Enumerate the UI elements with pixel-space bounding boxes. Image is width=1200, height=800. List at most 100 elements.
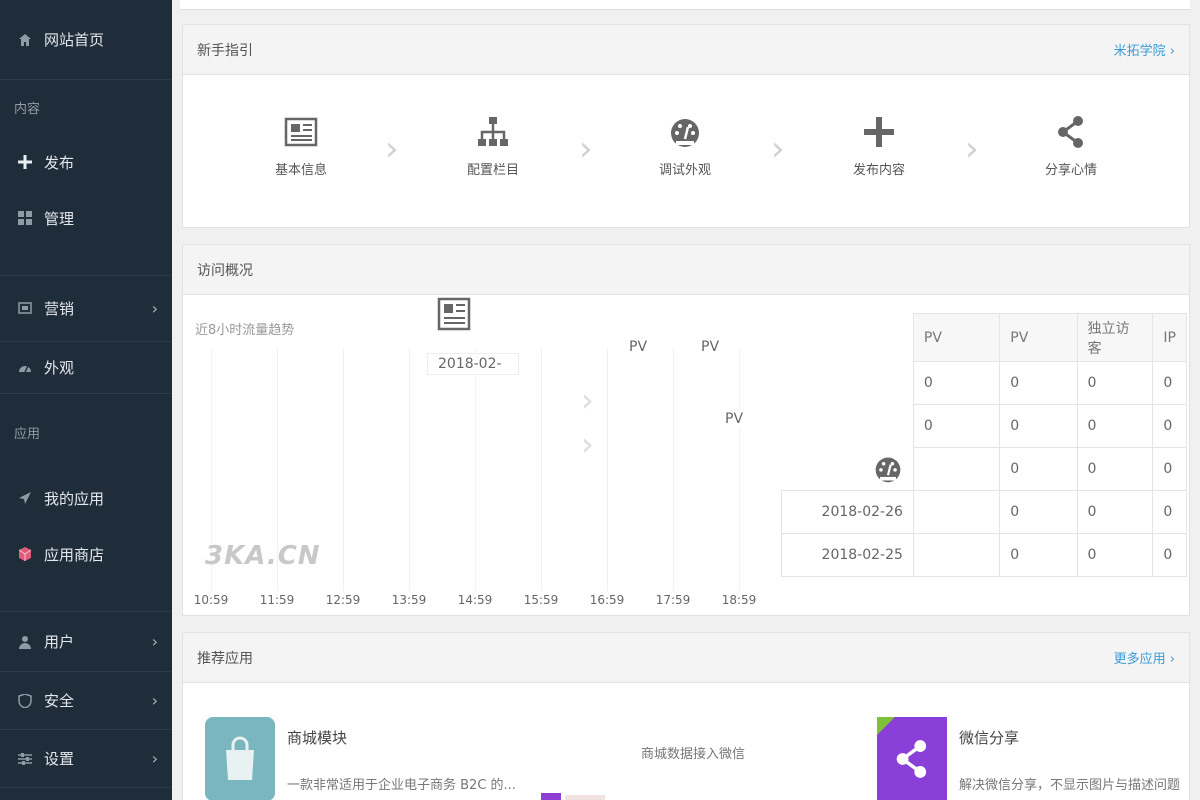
table-header-cell bbox=[782, 314, 914, 362]
step-label: 基本信息 bbox=[274, 163, 327, 178]
sidebar-divider bbox=[0, 582, 172, 612]
table-cell: 0 bbox=[999, 490, 1078, 534]
guide-title: 新手指引 bbox=[197, 42, 253, 59]
chevron-right-icon: › bbox=[151, 299, 158, 318]
table-header-row: PV PV 独立访客 IP bbox=[782, 313, 1187, 362]
table-cell bbox=[782, 362, 914, 405]
app-card-mall[interactable]: 商城模块 一款非常适用于企业电子商务 B2C 的... bbox=[205, 717, 516, 800]
table-header-cell: IP bbox=[1152, 313, 1187, 362]
table-cell: 0 bbox=[1152, 533, 1187, 577]
step-label: 发布内容 bbox=[852, 163, 905, 178]
guide-steps: 基本信息 › 配置栏目 › 调试外观 › 发布内容 › 分享心情 bbox=[183, 75, 1189, 227]
step-share-mood[interactable]: 分享心情 bbox=[1011, 115, 1131, 178]
visits-header: 访问概况 bbox=[183, 245, 1189, 295]
table-cell: 0 bbox=[1152, 447, 1187, 491]
app-desc: 一款非常适用于企业电子商务 B2C 的... bbox=[287, 778, 516, 793]
more-apps-link[interactable]: 更多应用 › bbox=[1114, 648, 1175, 667]
table-header-cell: 独立访客 bbox=[1076, 313, 1154, 362]
chart-gridline bbox=[607, 349, 608, 591]
sidebar-item-security[interactable]: 安全 › bbox=[0, 672, 172, 730]
sidebar-item-label: 我的应用 bbox=[44, 489, 105, 508]
x-tick-label: 12:59 bbox=[325, 593, 361, 607]
app-title: 微信分享 bbox=[959, 729, 1020, 747]
x-tick-label: 15:59 bbox=[523, 593, 559, 607]
chart-gridline bbox=[541, 349, 542, 591]
sidebar-section-content: 内容 bbox=[14, 101, 41, 117]
table-cell bbox=[782, 405, 914, 448]
sidebar-item-manage[interactable]: 管理 bbox=[0, 190, 172, 246]
table-row: 0 0 0 bbox=[782, 447, 1187, 491]
sidebar-item-home[interactable]: 网站首页 bbox=[0, 0, 172, 80]
x-tick-label: 16:59 bbox=[589, 593, 625, 607]
table-header-cell: PV bbox=[912, 313, 1001, 362]
visits-title: 访问概况 bbox=[197, 262, 253, 279]
table-row: 2018-02-26 0 0 0 bbox=[781, 490, 1187, 534]
table-cell: 0 bbox=[999, 361, 1078, 405]
sitemap-icon bbox=[478, 117, 508, 146]
sidebar-item-appearance[interactable]: 外观 bbox=[0, 342, 172, 394]
sidebar-item-label: 用户 bbox=[44, 633, 75, 651]
x-tick-label: 14:59 bbox=[457, 593, 493, 607]
step-label: 分享心情 bbox=[1044, 163, 1097, 178]
sidebar-item-my-apps[interactable]: 我的应用 bbox=[0, 470, 172, 526]
shield-icon bbox=[18, 693, 32, 708]
step-arrow-icon: › bbox=[965, 129, 979, 169]
chevron-right-icon: › bbox=[151, 749, 158, 768]
watermark: 3KA.CN bbox=[205, 541, 321, 571]
table-cell: 0 bbox=[912, 404, 1001, 448]
dashboard-icon bbox=[671, 119, 699, 147]
sidebar-item-publish[interactable]: 发布 bbox=[0, 134, 172, 190]
sidebar-item-label: 外观 bbox=[44, 359, 75, 377]
visits-panel: 访问概况 近8小时流量趋势 10:59 11:59 12:59 13:59 14… bbox=[182, 244, 1190, 616]
academy-link[interactable]: 米拓学院 › bbox=[1114, 40, 1175, 59]
sidebar-item-label: 营销 bbox=[44, 300, 75, 318]
grid-icon bbox=[18, 211, 32, 225]
sidebar-item-marketing[interactable]: 营销 › bbox=[0, 276, 172, 342]
step-label: 调试外观 bbox=[658, 163, 711, 178]
app-card-wechat-share[interactable]: 微信分享 解决微信分享，不显示图片与描述问题 bbox=[877, 717, 1180, 800]
app-desc: 解决微信分享，不显示图片与描述问题 bbox=[959, 778, 1181, 793]
sidebar-item-label: 网站首页 bbox=[44, 31, 105, 49]
cube-icon bbox=[18, 547, 32, 561]
table-cell: 0 bbox=[1152, 490, 1187, 534]
guide-header: 新手指引 米拓学院 › bbox=[183, 25, 1189, 75]
chart-gridline bbox=[739, 349, 740, 591]
main-content: 新手指引 米拓学院 › 基本信息 › 配置栏目 › 调试外观 › 发布内容 › … bbox=[172, 0, 1200, 800]
table-cell: 0 bbox=[999, 404, 1078, 448]
table-cell: 0 bbox=[1076, 361, 1154, 405]
table-cell: 0 bbox=[1152, 361, 1187, 405]
table-header-cell: PV bbox=[999, 313, 1078, 362]
step-basic-info[interactable]: 基本信息 bbox=[241, 115, 361, 178]
step-arrow-icon: › bbox=[385, 129, 399, 169]
app-thumbnail bbox=[541, 717, 629, 800]
step-publish-content[interactable]: 发布内容 bbox=[819, 115, 939, 178]
table-cell bbox=[912, 490, 1001, 534]
table-cell bbox=[782, 448, 914, 491]
sidebar-item-label: 设置 bbox=[44, 750, 75, 768]
table-cell: 0 bbox=[1076, 404, 1154, 448]
table-cell: 0 bbox=[1076, 490, 1154, 534]
step-arrow-icon: › bbox=[579, 129, 593, 169]
chevron-right-icon: › bbox=[151, 632, 158, 651]
ghost-pv: PV bbox=[629, 339, 648, 355]
sidebar-item-users[interactable]: 用户 › bbox=[0, 612, 172, 672]
paper-plane-icon bbox=[18, 491, 32, 505]
sidebar-item-label: 管理 bbox=[44, 209, 75, 228]
chart-gridline bbox=[343, 349, 344, 591]
visits-table: PV PV 独立访客 IP 0 0 0 0 0 0 0 0 0 0 0 2018… bbox=[781, 313, 1187, 577]
sidebar-item-settings[interactable]: 设置 › bbox=[0, 730, 172, 788]
top-strip bbox=[180, 0, 1190, 10]
sidebar-item-app-store[interactable]: 应用商店 bbox=[0, 526, 172, 582]
table-cell: 0 bbox=[1076, 533, 1154, 577]
table-cell bbox=[912, 533, 1001, 577]
app-card-mall-data[interactable]: 商城数据接入微信 bbox=[541, 717, 745, 800]
x-tick-label: 10:59 bbox=[193, 593, 229, 607]
dashboard-icon bbox=[18, 361, 32, 375]
sidebar: 网站首页 内容 发布 管理 营销 › 外观 应用 我的应用 应用商店 用户 › … bbox=[0, 0, 172, 800]
share-icon bbox=[877, 717, 947, 800]
chevron-right-icon: › bbox=[151, 691, 158, 710]
step-debug-appearance[interactable]: 调试外观 bbox=[625, 115, 745, 178]
chart-gridline bbox=[475, 349, 476, 591]
chart-gridline bbox=[673, 349, 674, 591]
step-configure-columns[interactable]: 配置栏目 bbox=[433, 115, 553, 178]
